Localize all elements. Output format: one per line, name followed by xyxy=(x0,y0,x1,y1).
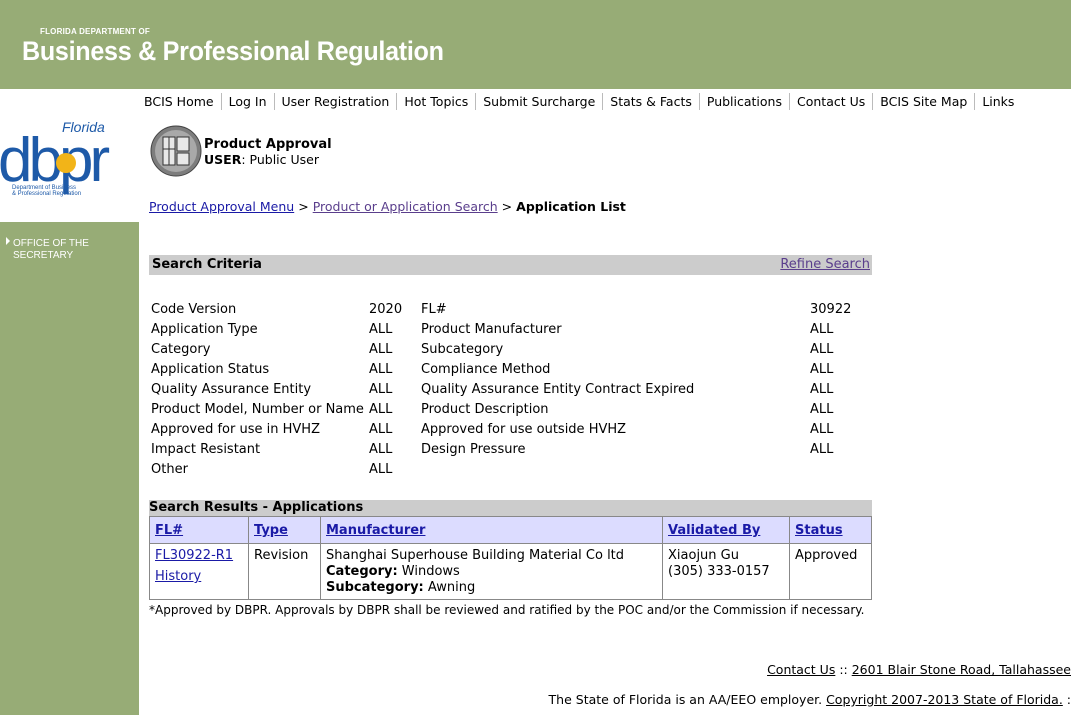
history-link[interactable]: History xyxy=(155,569,201,584)
footer-contact: Contact Us :: 2601 Blair Stone Road, Tal… xyxy=(767,662,1071,677)
logo-subtitle2: & Professional Regulation xyxy=(12,191,81,197)
search-criteria-header: Search Criteria Refine Search xyxy=(149,255,872,275)
logo-sun-icon xyxy=(56,153,76,173)
nav-hot-topics[interactable]: Hot Topics xyxy=(396,93,475,110)
criteria-value: ALL xyxy=(369,362,393,377)
criteria-value: ALL xyxy=(369,342,393,357)
table-row: FL30922-R1 History Revision Shanghai Sup… xyxy=(149,543,872,600)
cell-type: Revision xyxy=(248,543,321,600)
footer-address-link[interactable]: 2601 Blair Stone Road, Tallahassee xyxy=(852,662,1071,677)
criteria-label: Product Description xyxy=(421,402,549,417)
criteria-value: ALL xyxy=(810,322,834,337)
nav-log-in[interactable]: Log In xyxy=(220,93,274,110)
criteria-value: ALL xyxy=(369,462,393,477)
sidebar-item-office[interactable]: OFFICE OF THE SECRETARY xyxy=(6,237,89,262)
user-info: USER: Public User xyxy=(204,152,319,167)
caret-right-icon xyxy=(6,237,10,245)
cell-validated-by: Xiaojun Gu (305) 333-0157 xyxy=(662,543,790,600)
results-header-row: FL# Type Manufacturer Validated By Statu… xyxy=(149,516,872,544)
criteria-value: ALL xyxy=(369,382,393,397)
sort-status-link[interactable]: Status xyxy=(795,523,843,538)
nav-user-registration[interactable]: User Registration xyxy=(273,93,397,110)
sort-validated-by-link[interactable]: Validated By xyxy=(668,523,760,538)
dept-small-title: FLORIDA DEPARTMENT OF xyxy=(40,27,150,36)
top-nav: BCIS Home Log In User Registration Hot Topi… xyxy=(137,93,1021,111)
criteria-label: Application Status xyxy=(151,362,270,377)
header-banner: FLORIDA DEPARTMENT OF Business & Profess… xyxy=(0,0,1071,89)
subcategory-value: Awning xyxy=(423,580,476,595)
nav-stats-facts[interactable]: Stats & Facts xyxy=(602,93,699,110)
criteria-label: Product Model, Number or Name xyxy=(151,402,364,417)
sort-fl-link[interactable]: FL# xyxy=(155,523,183,538)
validator-name: Xiaojun Gu xyxy=(668,548,739,563)
col-validated-by: Validated By xyxy=(662,516,790,544)
validator-phone: (305) 333-0157 xyxy=(668,564,770,579)
nav-bcis-home[interactable]: BCIS Home xyxy=(137,93,221,110)
criteria-label: Design Pressure xyxy=(421,442,526,457)
nav-links[interactable]: Links xyxy=(974,93,1021,110)
employer-text: The State of Florida is an AA/EEO employ… xyxy=(548,692,827,707)
criteria-value: 30922 xyxy=(810,302,852,317)
criteria-value: ALL xyxy=(810,402,834,417)
criteria-label: Product Manufacturer xyxy=(421,322,562,337)
breadcrumb-product-approval-menu[interactable]: Product Approval Menu xyxy=(149,199,294,214)
dbpr-logo[interactable]: Florida dbpr Department of Business & Pr… xyxy=(0,115,138,205)
cell-fl: FL30922-R1 History xyxy=(149,543,249,600)
cell-manufacturer: Shanghai Superhouse Building Material Co… xyxy=(320,543,663,600)
sort-manufacturer-link[interactable]: Manufacturer xyxy=(326,523,425,538)
criteria-label: Application Type xyxy=(151,322,258,337)
criteria-label: Other xyxy=(151,462,188,477)
sidebar: OFFICE OF THE SECRETARY xyxy=(0,222,139,715)
nav-publications[interactable]: Publications xyxy=(698,93,789,110)
refine-search-link[interactable]: Refine Search xyxy=(780,257,870,272)
col-manufacturer: Manufacturer xyxy=(320,516,663,544)
copyright-link[interactable]: Copyright 2007-2013 State of Florida. xyxy=(826,692,1063,707)
criteria-label: Quality Assurance Entity xyxy=(151,382,312,397)
nav-contact-us[interactable]: Contact Us xyxy=(789,93,872,110)
criteria-label: Approved for use outside HVHZ xyxy=(421,422,627,437)
dept-title: Business & Professional Regulation xyxy=(22,36,444,66)
breadcrumb-search[interactable]: Product or Application Search xyxy=(313,199,498,214)
criteria-label: Category xyxy=(151,342,211,357)
cell-status: Approved xyxy=(789,543,872,600)
results-header: Search Results - Applications xyxy=(149,500,872,516)
criteria-label: Approved for use in HVHZ xyxy=(151,422,320,437)
page-title: Product Approval xyxy=(204,137,332,152)
criteria-value: ALL xyxy=(810,442,834,457)
results-title: Search Results - Applications xyxy=(149,500,364,515)
criteria-label: Impact Resistant xyxy=(151,442,261,457)
results-table: FL# Type Manufacturer Validated By Statu… xyxy=(149,516,872,600)
criteria-label: Subcategory xyxy=(421,342,504,357)
criteria-label: Quality Assurance Entity Contract Expire… xyxy=(421,382,695,397)
breadcrumb: Product Approval Menu > Product or Applica… xyxy=(149,199,626,214)
manufacturer-name: Shanghai Superhouse Building Material Co… xyxy=(326,548,625,563)
col-type: Type xyxy=(248,516,321,544)
criteria-value: ALL xyxy=(369,422,393,437)
col-fl: FL# xyxy=(149,516,249,544)
criteria-value: ALL xyxy=(810,342,834,357)
sort-type-link[interactable]: Type xyxy=(254,523,288,538)
footer-copyright: The State of Florida is an AA/EEO employ… xyxy=(548,692,1071,707)
approval-note: *Approved by DBPR. Approvals by DBPR sha… xyxy=(149,603,865,617)
criteria-value: ALL xyxy=(810,422,834,437)
category-value: Windows xyxy=(397,564,460,579)
search-criteria-title: Search Criteria xyxy=(152,257,262,272)
nav-submit-surcharge[interactable]: Submit Surcharge xyxy=(475,93,602,110)
criteria-value: ALL xyxy=(810,362,834,377)
criteria-value: ALL xyxy=(369,322,393,337)
criteria-label: Compliance Method xyxy=(421,362,551,377)
breadcrumb-current: Application List xyxy=(516,199,626,214)
product-approval-icon xyxy=(150,125,202,177)
nav-bcis-site-map[interactable]: BCIS Site Map xyxy=(872,93,974,110)
criteria-value: ALL xyxy=(369,402,393,417)
footer-contact-link[interactable]: Contact Us xyxy=(767,662,835,677)
criteria-value: 2020 xyxy=(369,302,403,317)
col-status: Status xyxy=(789,516,872,544)
criteria-value: ALL xyxy=(810,382,834,397)
fl-number-link[interactable]: FL30922-R1 xyxy=(155,548,233,563)
criteria-label: FL# xyxy=(421,302,447,317)
criteria-value: ALL xyxy=(369,442,393,457)
criteria-label: Code Version xyxy=(151,302,237,317)
